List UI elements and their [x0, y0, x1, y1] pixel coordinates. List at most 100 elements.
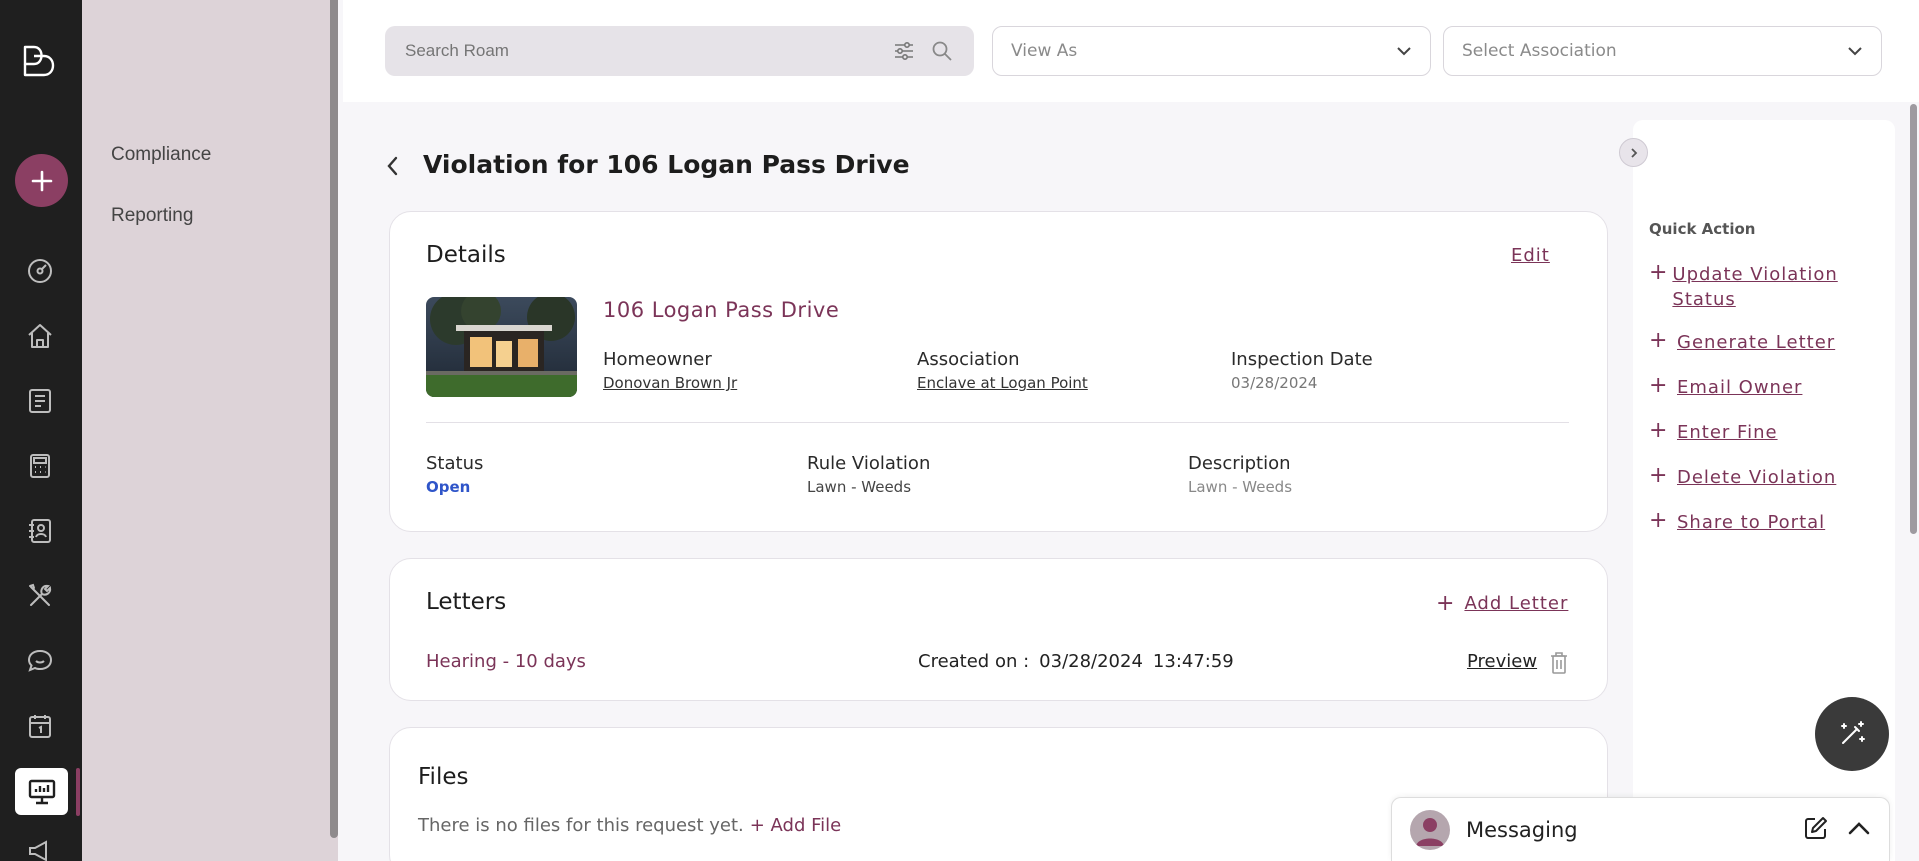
letters-card: Letters + Add Letter Hearing - 10 days C…	[389, 558, 1608, 701]
sidebar-item-compliance[interactable]: Compliance	[111, 144, 211, 166]
magic-wand-icon	[1841, 721, 1865, 744]
details-divider	[426, 422, 1569, 423]
description-label: Description	[1188, 453, 1291, 474]
view-as-placeholder: View As	[1011, 41, 1078, 61]
chevron-right-icon	[1630, 147, 1637, 158]
generate-letter-action[interactable]: + Generate Letter	[1649, 330, 1835, 355]
page-title: Violation for 106 Logan Pass Drive	[423, 150, 910, 179]
created-time: 13:47:59	[1152, 651, 1234, 672]
plus-icon: +	[1436, 591, 1455, 616]
filter-icon[interactable]	[892, 39, 916, 63]
search-box	[385, 26, 974, 76]
plus-icon: +	[1649, 508, 1669, 533]
update-violation-status-action[interactable]: + Update Violation Status	[1649, 262, 1869, 312]
property-photo	[426, 297, 577, 397]
status-label: Status	[426, 453, 484, 474]
email-owner-action[interactable]: + Email Owner	[1649, 375, 1802, 400]
magic-wand-button[interactable]	[1815, 697, 1889, 771]
calculator-icon[interactable]	[24, 450, 56, 482]
quick-action-label: Enter Fine	[1677, 422, 1778, 443]
status-field: Status Open	[426, 453, 483, 496]
search-icon[interactable]	[930, 39, 954, 63]
app-rail	[0, 0, 82, 861]
letter-name-link[interactable]: Hearing - 10 days	[426, 651, 586, 672]
quick-action-label: Email Owner	[1677, 377, 1803, 398]
ledger-icon[interactable]	[24, 385, 56, 417]
description-value: Lawn - Weeds	[1188, 478, 1293, 496]
created-on-label: Created on :	[918, 651, 1030, 672]
plus-icon: +	[1649, 260, 1669, 285]
edit-button[interactable]: Edit	[1511, 245, 1550, 266]
plus-icon: +	[1649, 418, 1669, 443]
trash-icon[interactable]	[1549, 651, 1569, 679]
chat-icon[interactable]	[24, 645, 56, 677]
dashboard-icon[interactable]	[24, 255, 56, 287]
chevron-down-icon	[1848, 47, 1862, 56]
files-title: Files	[418, 764, 469, 790]
files-empty-state: There is no files for this request yet. …	[418, 815, 841, 836]
compose-icon[interactable]	[1803, 815, 1829, 845]
quick-action-label: Generate Letter	[1677, 332, 1836, 353]
calendar-icon[interactable]	[24, 710, 56, 742]
top-bar: View As Select Association	[343, 0, 1919, 102]
add-file-button[interactable]: + Add File	[750, 815, 842, 836]
homeowner-link[interactable]: Donovan Brown Jr	[603, 374, 737, 392]
quick-action-label: Update Violation Status	[1672, 264, 1838, 310]
association-label: Association	[917, 349, 1020, 370]
contacts-icon[interactable]	[24, 515, 56, 547]
view-as-select[interactable]: View As	[992, 26, 1431, 76]
association-placeholder: Select Association	[1462, 41, 1617, 61]
messaging-bar[interactable]: Messaging	[1391, 797, 1890, 861]
rule-violation-field: Rule Violation Lawn - Weeds	[807, 453, 930, 496]
preview-button[interactable]: Preview	[1467, 651, 1537, 672]
chevron-down-icon	[1397, 47, 1411, 56]
quick-action-title: Quick Action	[1649, 220, 1756, 238]
search-input[interactable]	[405, 41, 878, 61]
logo-icon[interactable]	[22, 44, 60, 78]
plus-icon: +	[1649, 373, 1669, 398]
letters-title: Letters	[426, 589, 507, 615]
association-field: Association Enclave at Logan Point	[917, 349, 1088, 392]
sidebar-scrollbar[interactable]	[330, 0, 338, 838]
rule-violation-label: Rule Violation	[807, 453, 931, 474]
tools-icon[interactable]	[24, 580, 56, 612]
enter-fine-action[interactable]: + Enter Fine	[1649, 420, 1778, 445]
inspection-date-value: 03/28/2024	[1231, 374, 1318, 392]
created-date: 03/28/2024	[1039, 651, 1143, 672]
homeowner-field: Homeowner Donovan Brown Jr	[603, 349, 737, 392]
plus-icon: +	[1649, 463, 1669, 488]
add-letter-label: Add Letter	[1464, 593, 1569, 614]
rule-violation-value: Lawn - Weeds	[807, 478, 912, 496]
panel-toggle-button[interactable]	[1619, 138, 1648, 167]
chevron-up-icon[interactable]	[1847, 820, 1871, 840]
homeowner-label: Homeowner	[603, 349, 712, 370]
add-letter-button[interactable]: + Add Letter	[1436, 591, 1568, 616]
create-button[interactable]	[15, 154, 68, 207]
inspection-date-label: Inspection Date	[1231, 349, 1373, 370]
megaphone-icon[interactable]	[24, 836, 56, 861]
association-select[interactable]: Select Association	[1443, 26, 1882, 76]
delete-violation-action[interactable]: + Delete Violation	[1649, 465, 1836, 490]
sidebar-item-reporting[interactable]: Reporting	[111, 205, 193, 227]
association-link[interactable]: Enclave at Logan Point	[917, 374, 1088, 392]
page-scrollbar[interactable]	[1910, 104, 1917, 534]
avatar	[1410, 809, 1450, 850]
plus-icon: +	[1649, 328, 1669, 353]
description-field: Description Lawn - Weeds	[1188, 453, 1292, 496]
property-name-link[interactable]: 106 Logan Pass Drive	[603, 298, 839, 322]
files-empty-text: There is no files for this request yet.	[418, 815, 744, 836]
section-sidebar: Compliance Reporting	[82, 0, 338, 861]
letter-created: Created on : 03/28/2024 13:47:59	[918, 651, 1234, 672]
share-to-portal-action[interactable]: + Share to Portal	[1649, 510, 1825, 535]
quick-action-label: Share to Portal	[1677, 512, 1826, 533]
back-button[interactable]	[382, 153, 406, 181]
messaging-title: Messaging	[1466, 817, 1578, 842]
monitor-icon[interactable]	[15, 768, 68, 815]
inspection-date-field: Inspection Date 03/28/2024	[1231, 349, 1373, 392]
quick-action-label: Delete Violation	[1677, 467, 1837, 488]
details-card: Details Edit 106 Logan Pass Drive Homeow…	[389, 211, 1608, 532]
home-icon[interactable]	[24, 320, 56, 352]
status-badge: Open	[426, 478, 471, 496]
details-title: Details	[426, 242, 506, 268]
active-indicator	[76, 768, 80, 816]
